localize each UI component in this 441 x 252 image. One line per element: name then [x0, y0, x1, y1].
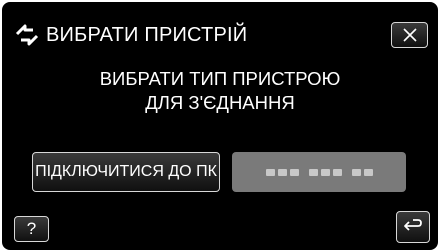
instruction-line-2: ДЛЯ З'ЄДНАННЯ	[145, 92, 295, 113]
back-button[interactable]	[396, 211, 430, 243]
connection-arrows-icon	[15, 24, 39, 46]
placeholder-label-icon	[351, 168, 373, 176]
instruction-message: ВИБРАТИ ТИП ПРИСТРОЮ ДЛЯ З'ЄДНАННЯ	[2, 67, 438, 115]
disabled-device-button	[232, 152, 406, 192]
connect-to-pc-button[interactable]: ПІДКЛЮЧИТИСЯ ДО ПК	[32, 152, 220, 192]
instruction-line-1: ВИБРАТИ ТИП ПРИСТРОЮ	[99, 68, 341, 89]
placeholder-label-icon	[308, 168, 342, 176]
screen: ВИБРАТИ ПРИСТРІЙ ВИБРАТИ ТИП ПРИСТРОЮ ДЛ…	[2, 2, 438, 250]
close-icon	[402, 28, 417, 42]
return-arrow-icon	[404, 219, 422, 231]
help-button[interactable]: ?	[14, 216, 49, 242]
placeholder-label-icon	[265, 168, 299, 176]
screen-title: ВИБРАТИ ПРИСТРІЙ	[46, 24, 248, 46]
close-button[interactable]	[391, 22, 428, 48]
